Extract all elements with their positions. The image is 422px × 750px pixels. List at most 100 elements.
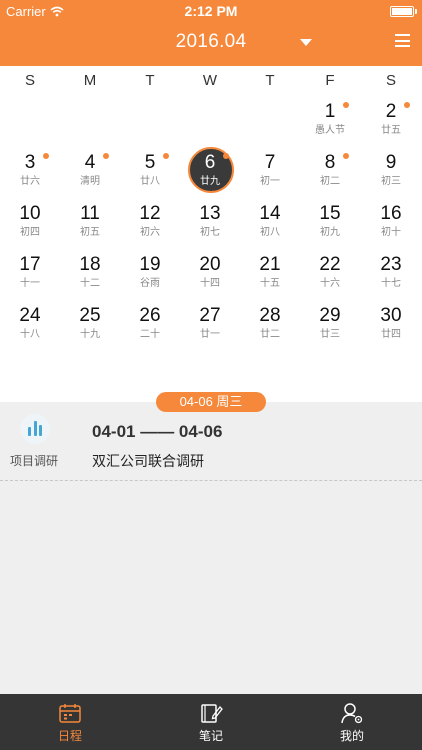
lunar-label: 廿三 [320, 329, 340, 340]
calendar-day[interactable]: 9 初三 [361, 147, 421, 198]
day-number: 2 [385, 101, 397, 122]
day-number: 24 [19, 305, 41, 326]
calendar-day[interactable]: 29 廿三 [300, 300, 360, 351]
lunar-label: 初八 [260, 227, 280, 238]
caret-down-icon[interactable] [300, 39, 312, 46]
tab-schedule-label: 日程 [57, 729, 82, 743]
status-bar: Carrier 2:12 PM [0, 0, 422, 22]
calendar-day[interactable]: 27 廿一 [180, 300, 240, 351]
day-number: 12 [139, 203, 161, 224]
lunar-label: 廿九 [200, 176, 220, 187]
day-number: 29 [319, 305, 341, 326]
day-number: 11 [80, 203, 100, 224]
day-number: 5 [144, 152, 156, 173]
day-number: 15 [319, 203, 341, 224]
calendar-day[interactable]: 10 初四 [0, 198, 60, 249]
day-number: 23 [380, 254, 402, 275]
calendar-day[interactable]: 2 廿五 [361, 96, 421, 147]
lunar-label: 十七 [381, 278, 401, 289]
calendar-day[interactable]: 26 二十 [120, 300, 180, 351]
calendar-day[interactable]: 1 愚人节 [300, 96, 360, 147]
day-number: 21 [259, 254, 281, 275]
calendar-day[interactable]: 17 十一 [0, 249, 60, 300]
day-number: 9 [385, 152, 397, 173]
day-number: 28 [259, 305, 281, 326]
lunar-label: 廿八 [140, 176, 160, 187]
event-dot [343, 153, 349, 159]
calendar-day[interactable]: 28 廿二 [240, 300, 300, 351]
event-item[interactable]: 项目调研 04-01 —— 04-06 双汇公司联合调研 [0, 412, 422, 480]
calendar-day[interactable]: 22 十六 [300, 249, 360, 300]
calendar-day[interactable]: 7 初一 [240, 147, 300, 198]
calendar-day[interactable]: 6 廿九 [180, 147, 240, 198]
lunar-label: 廿一 [200, 329, 220, 340]
lunar-label: 清明 [80, 176, 100, 187]
event-dot [103, 153, 109, 159]
battery-icon [390, 6, 414, 17]
lunar-label: 初二 [320, 176, 340, 187]
lunar-label: 十五 [260, 278, 280, 289]
lunar-label: 十四 [200, 278, 220, 289]
day-number: 18 [79, 254, 101, 275]
lunar-label: 廿六 [20, 176, 40, 187]
tab-bar: 日程 笔记 我的 [0, 694, 422, 750]
weekday-label: W [202, 72, 218, 89]
bar-chart-icon [20, 414, 50, 444]
event-dot [343, 102, 349, 108]
calendar-day[interactable]: 5 廿八 [120, 147, 180, 198]
day-number: 14 [259, 203, 281, 224]
calendar-day[interactable]: 20 十四 [180, 249, 240, 300]
calendar-day[interactable]: 16 初十 [361, 198, 421, 249]
tab-mine[interactable]: 我的 [282, 694, 422, 750]
calendar-day[interactable]: 11 初五 [60, 198, 120, 249]
menu-icon[interactable] [395, 34, 410, 47]
weekday-label: M [83, 72, 97, 89]
day-number: 16 [380, 203, 402, 224]
calendar-day[interactable]: 18 十二 [60, 249, 120, 300]
calendar-day[interactable]: 23 十七 [361, 249, 421, 300]
tab-notes[interactable]: 笔记 [141, 694, 281, 750]
lunar-label: 初四 [20, 227, 40, 238]
lunar-label: 初六 [140, 227, 160, 238]
lunar-label: 十九 [80, 329, 100, 340]
tab-schedule[interactable]: 日程 [0, 694, 140, 750]
calendar-day[interactable]: 8 初二 [300, 147, 360, 198]
calendar-day[interactable]: 21 十五 [240, 249, 300, 300]
month-title[interactable]: 2016.04 [0, 31, 422, 53]
day-number: 6 [204, 152, 216, 173]
tab-mine-label: 我的 [339, 729, 364, 743]
day-number: 10 [19, 203, 41, 224]
event-dot [404, 102, 410, 108]
lunar-label: 十八 [20, 329, 40, 340]
calendar-day[interactable]: 15 初九 [300, 198, 360, 249]
calendar-day[interactable]: 14 初八 [240, 198, 300, 249]
weekday-label: S [24, 72, 35, 89]
tab-notes-label: 笔记 [198, 729, 223, 743]
calendar-day[interactable]: 3 廿六 [0, 147, 60, 198]
day-number: 4 [84, 152, 96, 173]
calendar-day[interactable]: 13 初七 [180, 198, 240, 249]
calendar-day[interactable]: 24 十八 [0, 300, 60, 351]
day-number: 30 [380, 305, 402, 326]
lunar-label: 十二 [80, 278, 100, 289]
lunar-label: 初七 [200, 227, 220, 238]
calendar-day[interactable]: 25 十九 [60, 300, 120, 351]
lunar-label: 愚人节 [315, 125, 345, 136]
day-number: 22 [319, 254, 341, 275]
weekday-label: F [325, 72, 335, 89]
lunar-label: 初十 [381, 227, 401, 238]
calendar-day[interactable]: 4 清明 [60, 147, 120, 198]
lunar-label: 廿二 [260, 329, 280, 340]
weekday-label: S [385, 72, 396, 89]
calendar-day[interactable]: 30 廿四 [361, 300, 421, 351]
calendar-day[interactable]: 12 初六 [120, 198, 180, 249]
lunar-label: 十六 [320, 278, 340, 289]
day-number: 13 [199, 203, 221, 224]
day-number: 8 [324, 152, 336, 173]
day-number: 26 [139, 305, 161, 326]
selected-date-badge: 04-06 周三 [156, 392, 266, 412]
lunar-label: 廿四 [381, 329, 401, 340]
status-time: 2:12 PM [184, 3, 238, 19]
lunar-label: 二十 [140, 329, 160, 340]
calendar-day[interactable]: 19 谷雨 [120, 249, 180, 300]
